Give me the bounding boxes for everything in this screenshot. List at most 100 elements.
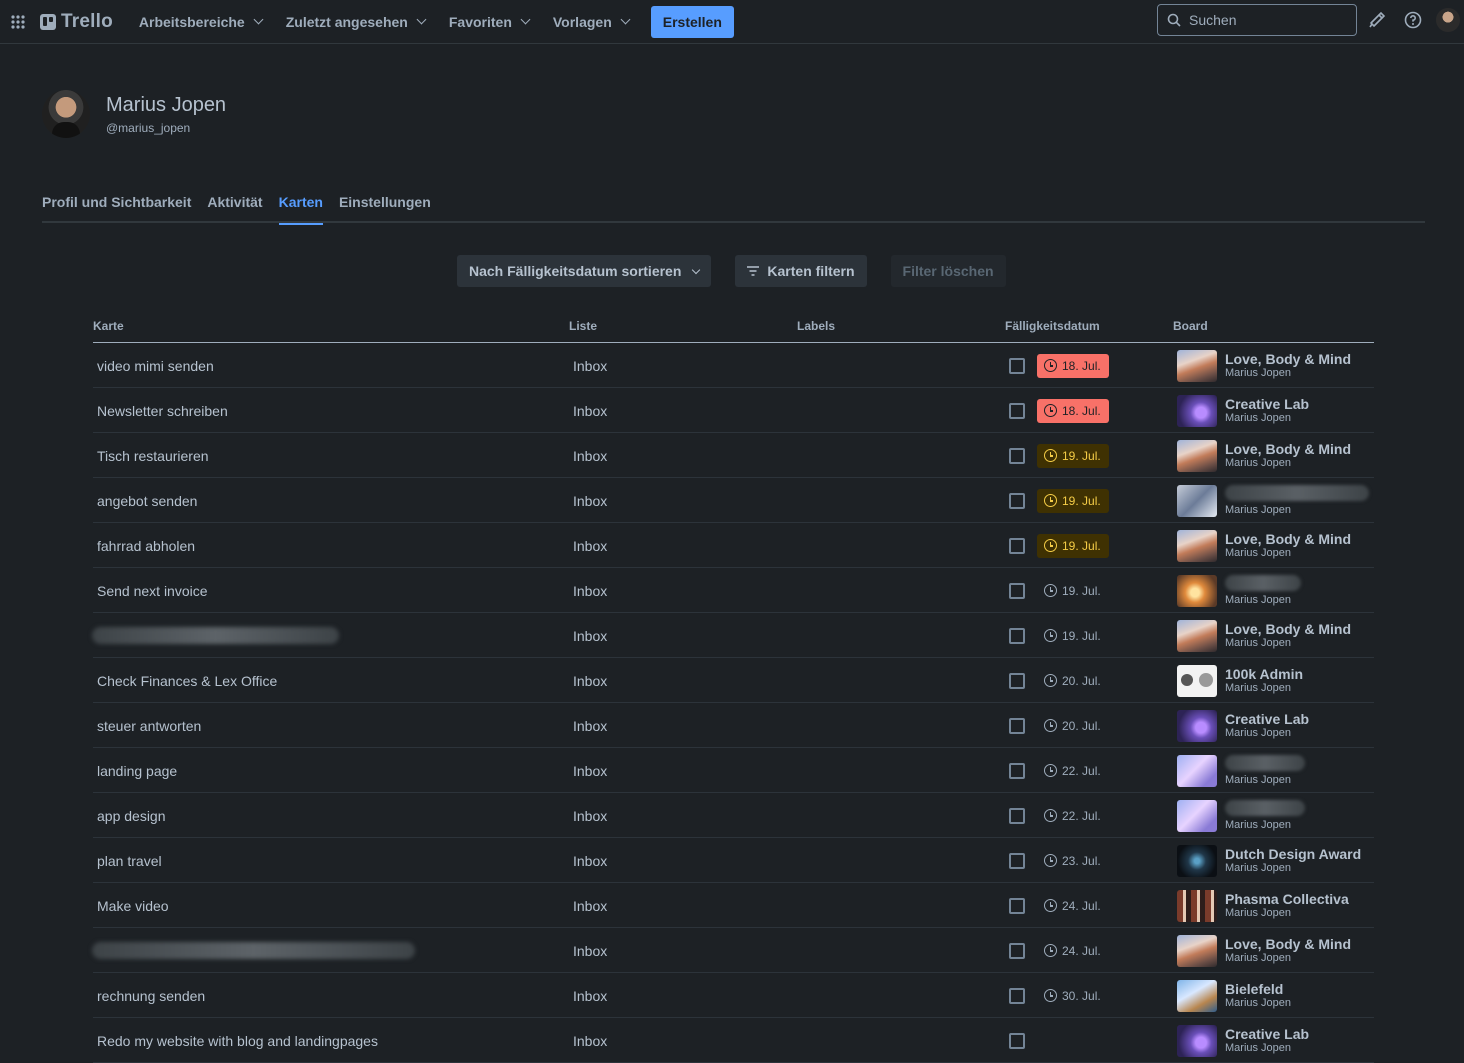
due-date-badge[interactable]: 24. Jul. [1037, 939, 1109, 963]
tab-cards[interactable]: Karten [278, 190, 324, 225]
board-cell[interactable]: Bielefeld Marius Jopen [1177, 973, 1291, 1018]
board-cell[interactable]: Creative Lab Marius Jopen [1177, 1018, 1309, 1063]
board-cell[interactable]: Love, Body & Mind Marius Jopen [1177, 433, 1351, 478]
due-date-badge[interactable]: 24. Jul. [1037, 894, 1109, 918]
board-cell[interactable]: Love, Body & Mind Marius Jopen [1177, 523, 1351, 568]
complete-checkbox[interactable] [1009, 357, 1025, 374]
due-date-badge[interactable]: 22. Jul. [1037, 759, 1109, 783]
board-name[interactable]: Love, Body & Mind [1225, 441, 1351, 457]
search-input[interactable]: Suchen [1157, 4, 1357, 36]
nav-starred[interactable]: Favoriten [437, 6, 541, 38]
complete-checkbox[interactable] [1009, 492, 1025, 509]
table-row[interactable]: Inbox 19. Jul. Love, Body & Mind Marius … [92, 613, 1374, 658]
table-row[interactable]: Newsletter schreiben Inbox 18. Jul. Crea… [93, 388, 1374, 433]
table-row[interactable]: fahrrad abholen Inbox 19. Jul. Love, Bod… [93, 523, 1374, 568]
complete-checkbox[interactable] [1009, 717, 1025, 734]
complete-checkbox[interactable] [1009, 807, 1025, 824]
board-cell[interactable]: Marius Jopen [1177, 568, 1301, 613]
due-date-badge[interactable]: 22. Jul. [1037, 804, 1109, 828]
nav-recent[interactable]: Zuletzt angesehen [274, 6, 437, 38]
card-title[interactable]: Make video [97, 883, 169, 928]
help-icon[interactable] [1399, 6, 1427, 34]
board-name[interactable]: Dutch Design Award [1225, 846, 1361, 862]
complete-checkbox[interactable] [1009, 897, 1025, 914]
tab-settings[interactable]: Einstellungen [339, 190, 431, 223]
board-cell[interactable]: Love, Body & Mind Marius Jopen [1177, 928, 1351, 973]
table-row[interactable]: app design Inbox 22. Jul. Marius Jopen [93, 793, 1374, 838]
complete-checkbox[interactable] [1009, 852, 1025, 869]
card-title[interactable]: Newsletter schreiben [97, 388, 228, 433]
board-cell[interactable]: 100k Admin Marius Jopen [1177, 658, 1303, 703]
card-title[interactable]: video mimi senden [97, 343, 214, 388]
card-title[interactable]: angebot senden [97, 478, 197, 523]
table-row[interactable]: Inbox 24. Jul. Love, Body & Mind Marius … [92, 928, 1374, 973]
account-avatar[interactable] [1436, 8, 1460, 32]
due-date-badge[interactable]: 20. Jul. [1037, 714, 1109, 738]
board-name[interactable]: Creative Lab [1225, 711, 1309, 727]
app-switcher-icon[interactable] [2, 6, 34, 38]
board-cell[interactable]: Marius Jopen [1177, 793, 1305, 838]
table-row[interactable]: steuer antworten Inbox 20. Jul. Creative… [93, 703, 1374, 748]
due-date-badge[interactable]: 30. Jul. [1037, 984, 1109, 1008]
clear-filter-button[interactable]: Filter löschen [890, 255, 1006, 287]
board-name[interactable]: Love, Body & Mind [1225, 351, 1351, 367]
board-name[interactable]: Bielefeld [1225, 981, 1291, 997]
board-name[interactable]: Love, Body & Mind [1225, 531, 1351, 547]
sort-by-due-date-button[interactable]: Nach Fälligkeitsdatum sortieren [457, 255, 712, 287]
table-row[interactable]: video mimi senden Inbox 18. Jul. Love, B… [93, 343, 1374, 388]
board-cell[interactable]: Marius Jopen [1177, 748, 1305, 793]
table-row[interactable]: angebot senden Inbox 19. Jul. Marius Jop… [93, 478, 1374, 523]
trello-logo[interactable]: Trello [40, 11, 113, 33]
card-title[interactable]: fahrrad abholen [97, 523, 195, 568]
table-row[interactable]: Redo my website with blog and landingpag… [93, 1018, 1374, 1063]
card-title[interactable]: app design [97, 793, 166, 838]
complete-checkbox[interactable] [1009, 942, 1025, 959]
table-row[interactable]: Send next invoice Inbox 19. Jul. Marius … [93, 568, 1374, 613]
due-date-badge[interactable]: 20. Jul. [1037, 669, 1109, 693]
due-date-badge[interactable]: 19. Jul. [1037, 533, 1109, 558]
table-row[interactable]: Check Finances & Lex Office Inbox 20. Ju… [93, 658, 1374, 703]
notifications-icon[interactable] [1363, 6, 1391, 34]
board-name[interactable]: Love, Body & Mind [1225, 936, 1351, 952]
board-cell[interactable]: Creative Lab Marius Jopen [1177, 388, 1309, 433]
board-cell[interactable]: Marius Jopen [1177, 478, 1369, 523]
complete-checkbox[interactable] [1009, 537, 1025, 554]
card-title[interactable]: Tisch restaurieren [97, 433, 209, 478]
nav-workspaces[interactable]: Arbeitsbereiche [127, 6, 274, 38]
filter-cards-button[interactable]: Karten filtern [735, 255, 867, 287]
due-date-badge[interactable]: 18. Jul. [1037, 398, 1109, 423]
nav-templates[interactable]: Vorlagen [541, 6, 641, 38]
table-row[interactable]: Make video Inbox 24. Jul. Phasma Collect… [93, 883, 1374, 928]
due-date-badge[interactable]: 19. Jul. [1037, 579, 1109, 603]
card-title[interactable]: Send next invoice [97, 568, 208, 613]
table-row[interactable]: landing page Inbox 22. Jul. Marius Jopen [93, 748, 1374, 793]
complete-checkbox[interactable] [1009, 402, 1025, 419]
due-date-badge[interactable]: 23. Jul. [1037, 849, 1109, 873]
board-name[interactable]: Creative Lab [1225, 396, 1309, 412]
create-button[interactable]: Erstellen [650, 5, 734, 38]
due-date-badge[interactable]: 19. Jul. [1037, 443, 1109, 468]
card-title[interactable]: landing page [97, 748, 177, 793]
board-cell[interactable]: Creative Lab Marius Jopen [1177, 703, 1309, 748]
card-title[interactable]: Check Finances & Lex Office [97, 658, 277, 703]
board-cell[interactable]: Love, Body & Mind Marius Jopen [1177, 613, 1351, 658]
board-cell[interactable]: Dutch Design Award Marius Jopen [1177, 838, 1361, 883]
complete-checkbox[interactable] [1009, 1032, 1025, 1049]
tab-profile-visibility[interactable]: Profil und Sichtbarkeit [42, 190, 191, 223]
board-name[interactable]: 100k Admin [1225, 666, 1303, 682]
board-name[interactable]: Phasma Collectiva [1225, 891, 1349, 907]
table-row[interactable]: plan travel Inbox 23. Jul. Dutch Design … [93, 838, 1374, 883]
due-date-badge[interactable]: 19. Jul. [1037, 488, 1109, 513]
board-name[interactable]: Love, Body & Mind [1225, 621, 1351, 637]
board-cell[interactable]: Love, Body & Mind Marius Jopen [1177, 343, 1351, 388]
complete-checkbox[interactable] [1009, 987, 1025, 1004]
card-title[interactable]: Redo my website with blog and landingpag… [97, 1018, 378, 1063]
due-date-badge[interactable]: 19. Jul. [1037, 624, 1109, 648]
card-title[interactable]: rechnung senden [97, 973, 205, 1018]
board-cell[interactable]: Phasma Collectiva Marius Jopen [1177, 883, 1349, 928]
table-row[interactable]: rechnung senden Inbox 30. Jul. Bielefeld… [93, 973, 1374, 1018]
table-row[interactable]: Tisch restaurieren Inbox 19. Jul. Love, … [93, 433, 1374, 478]
card-title[interactable]: steuer antworten [97, 703, 201, 748]
complete-checkbox[interactable] [1009, 672, 1025, 689]
due-date-badge[interactable]: 18. Jul. [1037, 353, 1109, 378]
